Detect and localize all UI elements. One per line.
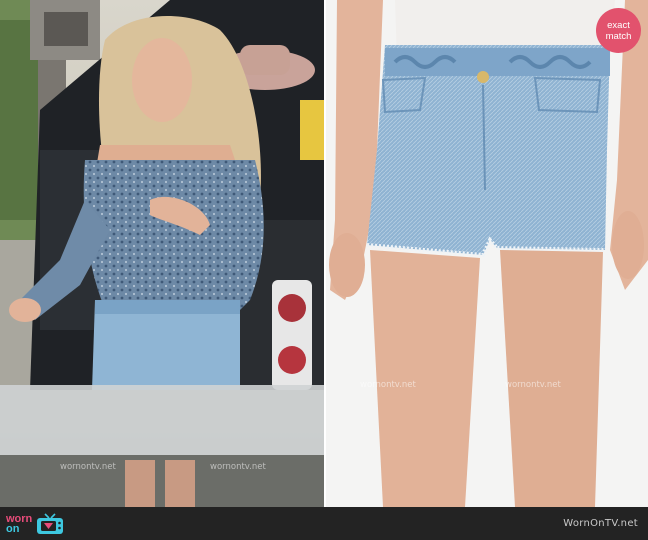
scene-photo	[0, 0, 325, 507]
footer-bar: worn on WornOnTV.net	[0, 507, 648, 540]
tv-icon	[35, 512, 65, 535]
exact-match-badge: exact match	[596, 8, 641, 53]
product-photo	[325, 0, 648, 507]
site-logo[interactable]: worn on	[6, 512, 65, 535]
product-illustration	[329, 0, 648, 507]
badge-line-1: exact	[607, 19, 630, 31]
badge-line-2: match	[605, 30, 632, 42]
scene-illustration	[0, 0, 325, 507]
logo-word-worn: worn	[6, 512, 33, 525]
logo-wordmark: worn on	[6, 512, 33, 535]
panel-divider	[324, 0, 326, 507]
site-name[interactable]: WornOnTV.net	[563, 518, 638, 529]
logo-word-on: on	[6, 522, 20, 535]
